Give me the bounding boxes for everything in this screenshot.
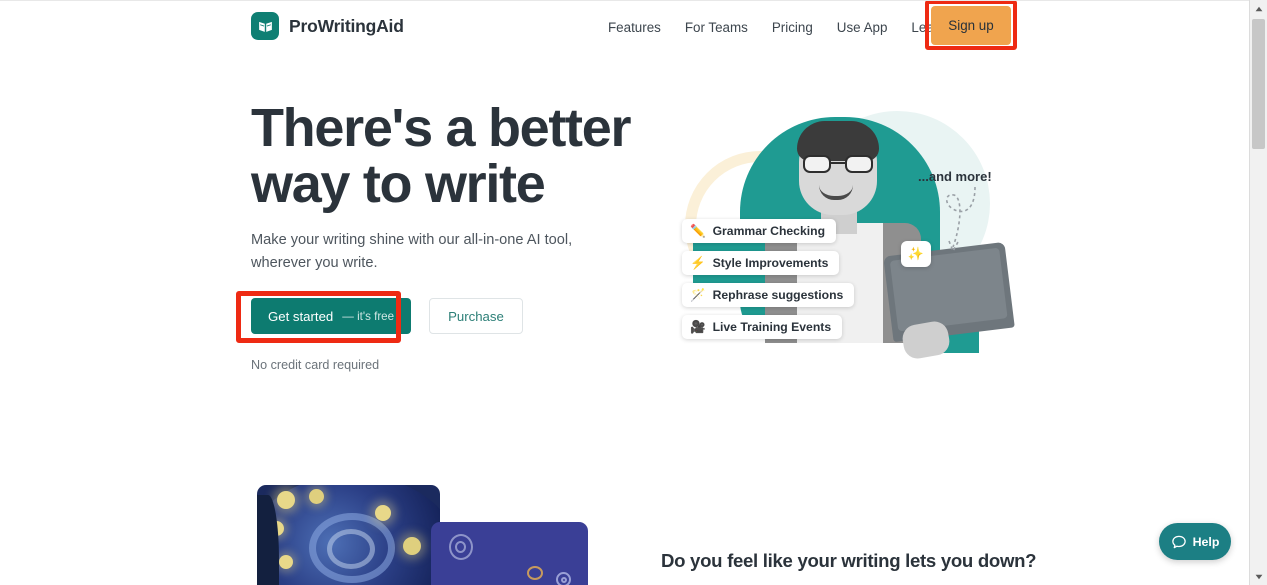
nav-link-use-app[interactable]: Use App xyxy=(825,16,900,39)
signup-button[interactable]: Sign up xyxy=(931,6,1011,45)
star xyxy=(309,489,324,504)
hero-cta-row: Get started — it's free Purchase xyxy=(251,298,523,334)
scroll-up-arrow[interactable] xyxy=(1250,0,1267,17)
brand-logo[interactable]: ProWritingAid xyxy=(251,12,404,40)
feature-chip-rephrase-suggestions: 🪄 Rephrase suggestions xyxy=(682,283,855,307)
get-started-label: Get started xyxy=(268,308,334,324)
glasses-lens-right xyxy=(845,155,873,173)
hero-illustration: ✏️ Grammar Checking ⚡ Style Improvements… xyxy=(655,101,1015,376)
get-started-button[interactable]: Get started — it's free xyxy=(251,298,412,334)
star xyxy=(277,491,295,509)
feature-chip-label: Style Improvements xyxy=(712,256,829,270)
brand-name: ProWritingAid xyxy=(289,15,404,36)
doodle-spiral-inner xyxy=(561,577,567,583)
nav-link-features[interactable]: Features xyxy=(596,16,673,39)
feature-chip-live-training-events: 🎥 Live Training Events xyxy=(682,315,843,339)
chevron-up-icon xyxy=(1255,6,1262,11)
star xyxy=(375,505,391,521)
chat-bubble-icon xyxy=(1171,535,1186,548)
chevron-down-icon xyxy=(1255,574,1262,579)
scrollbar-thumb[interactable] xyxy=(1252,19,1265,149)
feature-chip-label: Grammar Checking xyxy=(712,224,826,238)
dotted-arrow-icon xyxy=(945,186,976,253)
help-widget-label: Help xyxy=(1192,534,1220,549)
magic-wand-icon: 🪄 xyxy=(690,287,706,302)
hero-heading: There's a better way to write xyxy=(251,98,632,215)
feature-chip-label: Live Training Events xyxy=(712,320,832,334)
section-heading: Do you feel like your writing lets you d… xyxy=(661,550,1037,571)
help-widget-button[interactable]: Help xyxy=(1159,523,1231,560)
star xyxy=(279,555,293,569)
doodle-card-image xyxy=(431,522,588,585)
starry-inner-swirl xyxy=(327,529,375,569)
hero-subheading: Make your writing shine with our all-in-… xyxy=(251,232,573,271)
nav-link-for-teams[interactable]: For Teams xyxy=(673,16,760,39)
no-credit-card-note: No credit card required xyxy=(251,358,380,372)
nav-link-pricing[interactable]: Pricing xyxy=(760,16,825,39)
purchase-button[interactable]: Purchase xyxy=(429,298,523,334)
get-started-free-note: — it's free xyxy=(342,309,395,323)
feature-chip-grammar-checking: ✏️ Grammar Checking xyxy=(682,219,837,243)
star xyxy=(403,537,421,555)
glasses-icon xyxy=(803,155,873,173)
open-book-icon xyxy=(251,12,279,40)
starry-night-image xyxy=(257,485,440,585)
vertical-scrollbar[interactable] xyxy=(1249,0,1267,585)
lightning-bolt-icon: ⚡ xyxy=(690,255,706,270)
signup-button-wrap: Sign up xyxy=(931,6,1011,45)
pencil-icon: ✏️ xyxy=(690,223,706,238)
and-more-label: ...and more! xyxy=(918,169,992,184)
site-header: ProWritingAid Features For Teams Pricing… xyxy=(0,1,1249,50)
movie-camera-icon: 🎥 xyxy=(690,319,706,334)
feature-chip-label: Rephrase suggestions xyxy=(712,288,844,302)
page-viewport: ProWritingAid Features For Teams Pricing… xyxy=(0,0,1249,585)
doodle-spiral xyxy=(527,566,543,580)
feature-chip-style-improvements: ⚡ Style Improvements xyxy=(682,251,840,275)
glasses-bridge xyxy=(831,162,845,165)
scroll-down-arrow[interactable] xyxy=(1250,568,1267,585)
feature-chip-list: ✏️ Grammar Checking ⚡ Style Improvements… xyxy=(682,219,855,339)
browser-page: ProWritingAid Features For Teams Pricing… xyxy=(0,0,1267,585)
glasses-lens-left xyxy=(803,155,831,173)
doodle-spiral-inner xyxy=(455,541,466,553)
